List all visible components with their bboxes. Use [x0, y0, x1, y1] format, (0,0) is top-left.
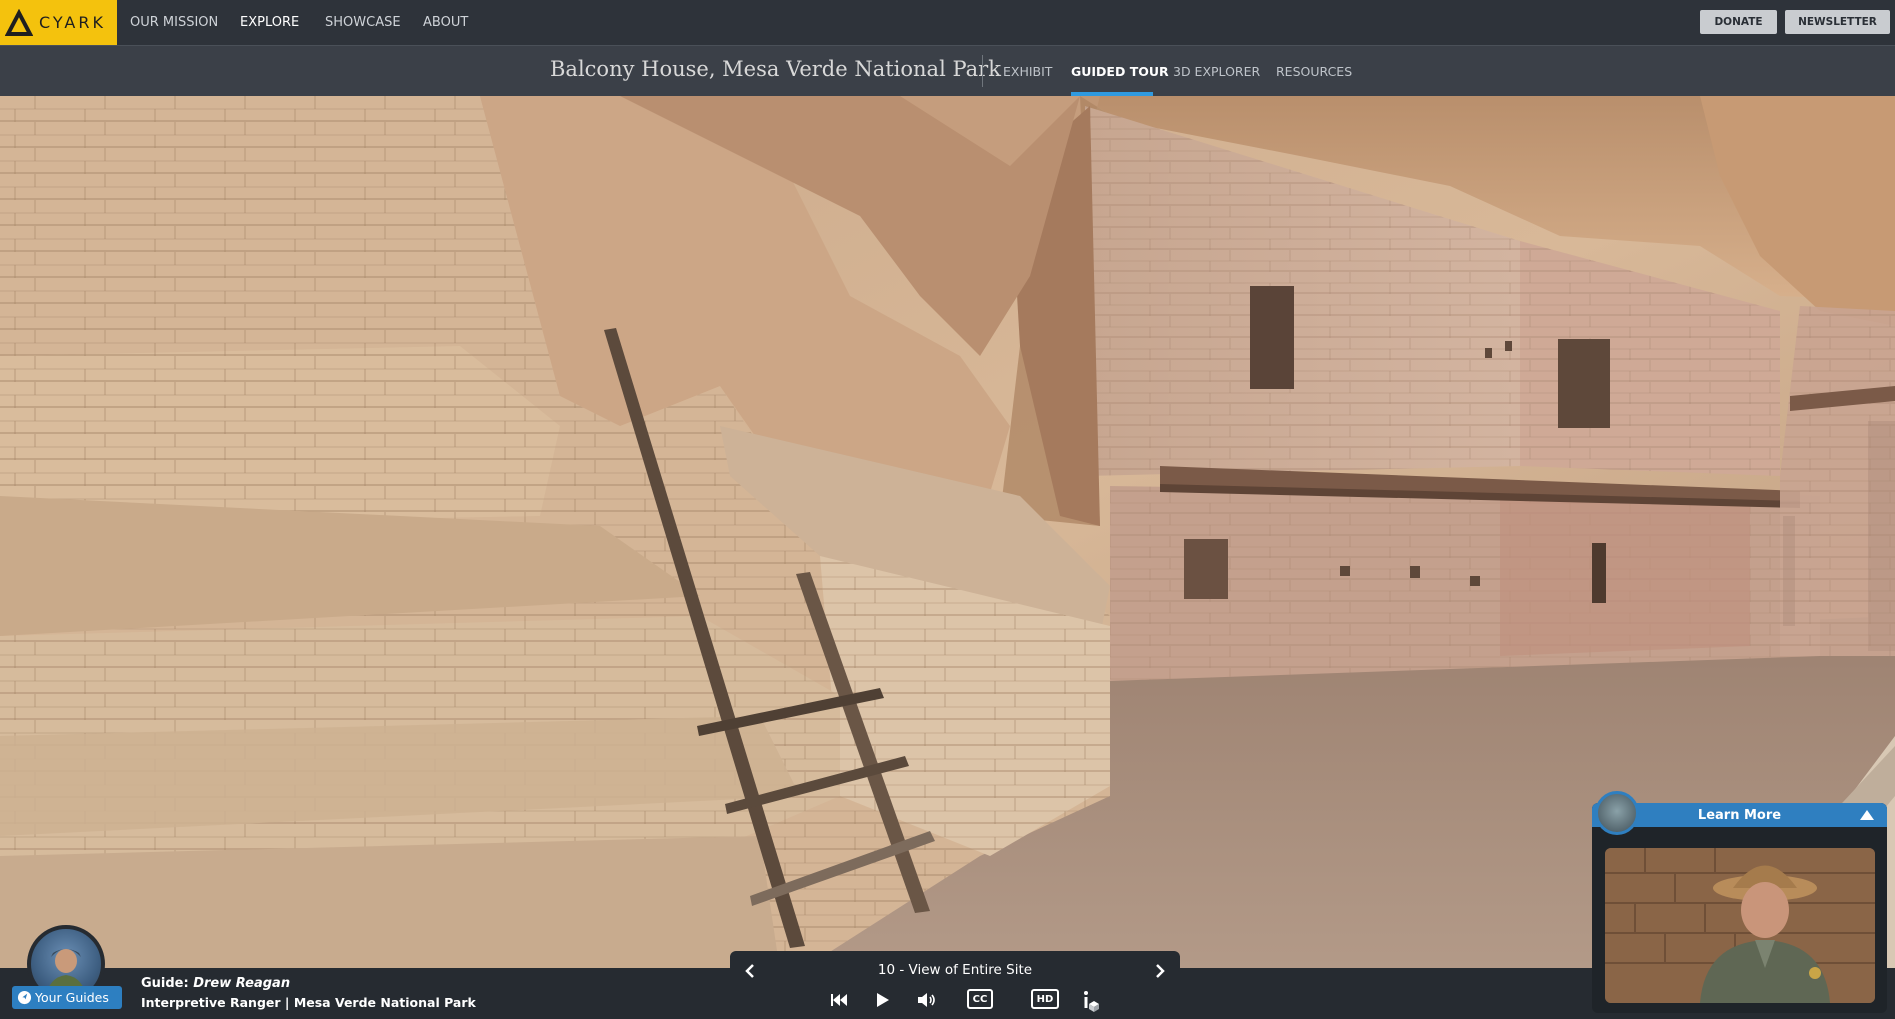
guide-name: Drew Reagan [193, 976, 291, 991]
nav-our-mission[interactable]: OUR MISSION [130, 15, 218, 30]
audio-player: 10 - View of Entire Site CC HD [730, 951, 1180, 1019]
tab-resources[interactable]: RESOURCES [1276, 64, 1352, 79]
cyark-logo-icon [5, 8, 33, 36]
newsletter-button[interactable]: NEWSLETTER [1785, 10, 1890, 34]
top-navigation: CYARK OUR MISSION EXPLORE SHOWCASE ABOUT… [0, 0, 1895, 45]
learn-more-avatar [1595, 791, 1639, 835]
play-button[interactable] [870, 988, 896, 1012]
chevron-right-icon [1156, 964, 1165, 978]
compass-icon [17, 990, 32, 1005]
nav-explore[interactable]: EXPLORE [240, 15, 299, 30]
tab-3d-explorer[interactable]: 3D EXPLORER [1173, 64, 1260, 79]
subnav-divider [982, 55, 983, 87]
closed-captions-button[interactable]: CC [967, 989, 993, 1009]
skip-back-icon [831, 994, 847, 1006]
donate-button[interactable]: DONATE [1700, 10, 1777, 34]
logo-text: CYARK [39, 13, 106, 32]
info-button[interactable] [1080, 988, 1102, 1014]
hd-button[interactable]: HD [1031, 989, 1059, 1009]
guide-name-line: Guide: Drew Reagan [141, 976, 290, 991]
guide-role: Interpretive Ranger | Mesa Verde Nationa… [141, 995, 476, 1010]
ranger-video-frame [1605, 848, 1875, 1003]
nav-showcase[interactable]: SHOWCASE [325, 15, 401, 30]
restart-button[interactable] [826, 988, 852, 1012]
track-title: 10 - View of Entire Site [877, 962, 1033, 978]
tab-exhibit[interactable]: EXHIBIT [1003, 64, 1052, 79]
your-guides-label: Your Guides [35, 990, 109, 1005]
cyark-logo[interactable]: CYARK [0, 0, 117, 45]
tab-guided-tour[interactable]: GUIDED TOUR [1071, 64, 1169, 79]
site-title: Balcony House, Mesa Verde National Park [550, 57, 1001, 81]
guide-prefix: Guide: [141, 976, 189, 991]
nav-about[interactable]: ABOUT [423, 15, 468, 30]
learn-more-panel: Learn More [1592, 791, 1887, 1013]
triangle-up-icon[interactable] [1859, 809, 1875, 821]
play-icon [877, 993, 889, 1007]
learn-more-label: Learn More [1697, 807, 1782, 823]
volume-button[interactable] [914, 988, 940, 1012]
your-guides-button[interactable]: Your Guides [12, 986, 122, 1009]
site-subnavigation: Balcony House, Mesa Verde National Park … [0, 45, 1895, 96]
next-stop-button[interactable] [1148, 960, 1172, 982]
volume-icon [918, 993, 935, 1007]
ranger-video[interactable] [1605, 848, 1875, 1003]
info-cube-icon [1084, 991, 1099, 1012]
